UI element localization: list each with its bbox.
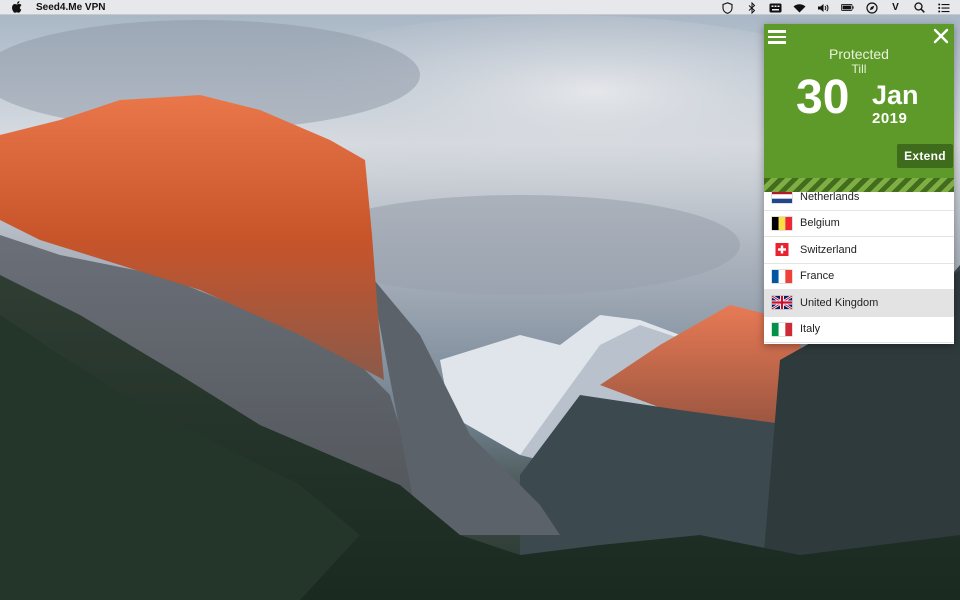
france-flag-icon (772, 269, 792, 283)
protected-label: Protected (829, 46, 889, 62)
volume-icon[interactable] (817, 1, 830, 14)
compass-icon[interactable] (865, 1, 878, 14)
country-name: Switzerland (800, 243, 857, 256)
country-name: Italy (800, 323, 821, 336)
expiry-day: 30 (796, 71, 850, 124)
italy-flag-icon (772, 322, 792, 336)
menu-bar: Seed4.Me VPN V (0, 0, 960, 15)
till-label: Till (851, 62, 867, 76)
country-row-switzerland[interactable]: Switzerland (764, 237, 954, 264)
shield-icon[interactable] (721, 1, 734, 14)
spotlight-search-icon[interactable] (913, 1, 926, 14)
country-row-belgium[interactable]: Belgium (764, 211, 954, 237)
country-row-united-kingdom[interactable]: United Kingdom (764, 290, 954, 317)
country-name: United Kingdom (800, 296, 879, 309)
wifi-icon[interactable] (793, 1, 806, 14)
notification-center-icon[interactable] (937, 1, 950, 14)
country-list[interactable]: Netherlands Belgium Switzerland France U… (764, 192, 954, 344)
v-app-icon[interactable]: V (889, 1, 902, 14)
input-menu-icon[interactable] (769, 1, 782, 14)
country-name: Netherlands (800, 192, 860, 203)
country-row-france[interactable]: France (764, 264, 954, 290)
expiry-month: Jan (872, 80, 919, 110)
menu-bar-status-area: V (721, 0, 950, 15)
country-name: France (800, 270, 835, 283)
close-icon[interactable] (932, 27, 950, 45)
switzerland-flag-icon (772, 243, 792, 257)
belgium-flag-icon (772, 216, 792, 230)
subscription-status-header: Protected Till 30 Jan 2019 Extend (764, 24, 954, 192)
bluetooth-icon[interactable] (745, 1, 758, 14)
apple-logo-icon[interactable] (10, 0, 24, 14)
country-row-italy[interactable]: Italy (764, 317, 954, 343)
country-row-netherlands[interactable]: Netherlands (764, 192, 954, 211)
expiry-year: 2019 (872, 110, 908, 127)
vpn-popover-panel: Protected Till 30 Jan 2019 Extend Nether… (764, 24, 954, 344)
extend-button[interactable]: Extend (897, 144, 953, 168)
app-menu-name[interactable]: Seed4.Me VPN (36, 2, 105, 13)
hamburger-menu-icon[interactable] (768, 28, 788, 44)
country-name: Belgium (800, 217, 840, 230)
united-kingdom-flag-icon (772, 296, 792, 310)
striped-divider (764, 178, 954, 192)
netherlands-flag-icon (772, 192, 792, 204)
battery-icon[interactable] (841, 1, 854, 14)
